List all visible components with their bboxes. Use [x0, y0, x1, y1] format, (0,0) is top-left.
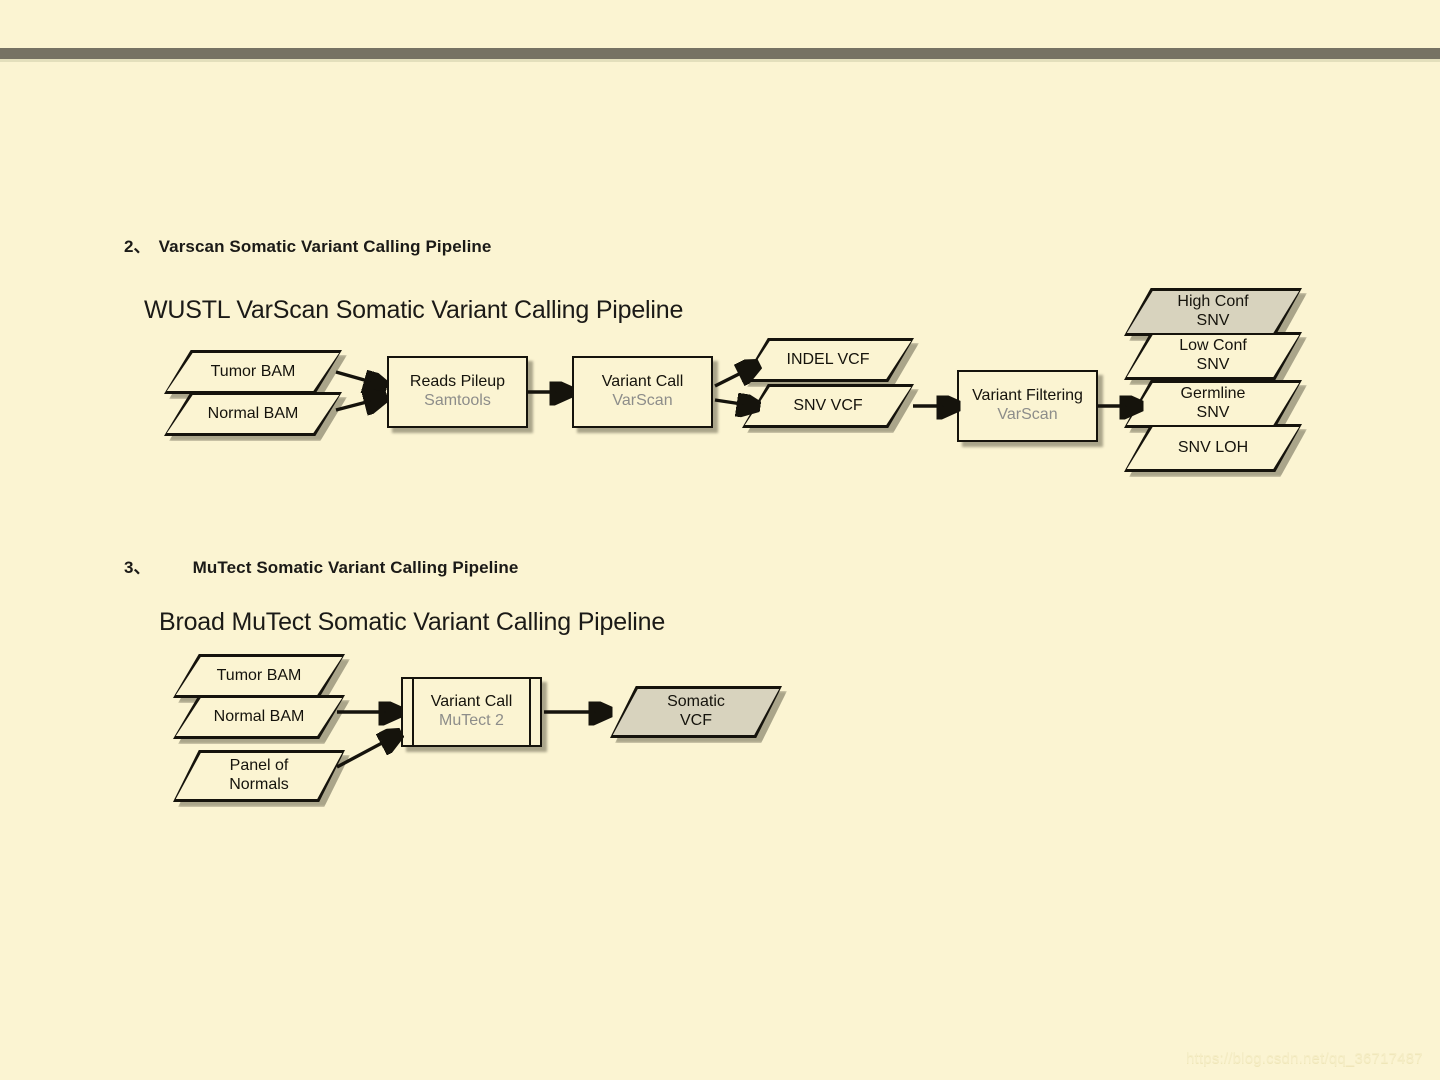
node-fill [166, 352, 340, 392]
diagram-title-mutect: Broad MuTect Somatic Variant Calling Pip… [159, 608, 666, 636]
node-indel-vcf[interactable]: INDEL VCF [742, 338, 919, 387]
node-tumor-bam[interactable]: Tumor BAM [164, 350, 347, 399]
node-variant-call-mutect[interactable]: Variant Call MuTect 2 [401, 677, 547, 752]
node-fill [1126, 334, 1300, 378]
node-left-bar [412, 677, 415, 747]
node-outline [387, 356, 528, 428]
section-number: 2、 [124, 237, 151, 256]
node-variant-call[interactable]: Variant Call VarScan [572, 356, 718, 433]
node-normal-bam[interactable]: Normal BAM [164, 392, 347, 441]
node-variant-filtering[interactable]: Variant Filtering VarScan [957, 370, 1103, 447]
node-outline [401, 677, 542, 747]
watermark: https://blog.csdn.net/qq_36717487 [1186, 1050, 1423, 1067]
node-fill [175, 697, 343, 737]
top-decorative-bar [0, 48, 1440, 59]
section-title: Varscan Somatic Variant Calling Pipeline [158, 237, 492, 256]
node-outline [572, 356, 713, 428]
diagram-title-varscan: WUSTL VarScan Somatic Variant Calling Pi… [144, 296, 684, 324]
node-fill [744, 386, 912, 426]
node-reads-pileup[interactable]: Reads Pileup Samtools [387, 356, 533, 433]
section-title: MuTect Somatic Variant Calling Pipeline [192, 558, 519, 577]
node-fill [1126, 382, 1300, 426]
node-tumor-bam[interactable]: Tumor BAM [173, 654, 350, 703]
node-fill [612, 688, 780, 736]
node-snv-vcf[interactable]: SNV VCF [742, 384, 919, 433]
node-somatic-vcf[interactable]: Somatic VCF [610, 686, 787, 743]
top-decorative-bar-underline [0, 59, 1440, 62]
mutect-pipeline-diagram: Broad MuTect Somatic Variant Calling Pip… [155, 602, 835, 817]
node-outline [957, 370, 1098, 442]
node-normal-bam[interactable]: Normal BAM [173, 695, 350, 744]
node-high-conf-snv[interactable]: High Conf SNV [1124, 288, 1307, 341]
node-snv-loh[interactable]: SNV LOH [1124, 424, 1307, 477]
node-fill [1126, 290, 1300, 334]
section-number: 3、 [124, 558, 151, 577]
node-fill [1126, 426, 1300, 470]
node-fill [175, 752, 343, 800]
section-heading-mutect: 3、 MuTect Somatic Variant Calling Pipelin… [124, 553, 518, 578]
node-germline-snv[interactable]: Germline SNV [1124, 380, 1307, 433]
node-fill [175, 656, 343, 696]
node-right-bar [528, 677, 531, 747]
varscan-pipeline-diagram: WUSTL VarScan Somatic Variant Calling Pi… [140, 288, 1330, 478]
node-fill [744, 340, 912, 380]
section-heading-varscan: 2、 Varscan Somatic Variant Calling Pipeli… [124, 232, 491, 257]
node-fill [166, 394, 340, 434]
node-low-conf-snv[interactable]: Low Conf SNV [1124, 332, 1307, 385]
node-panel-of-normals[interactable]: Panel of Normals [173, 750, 350, 807]
